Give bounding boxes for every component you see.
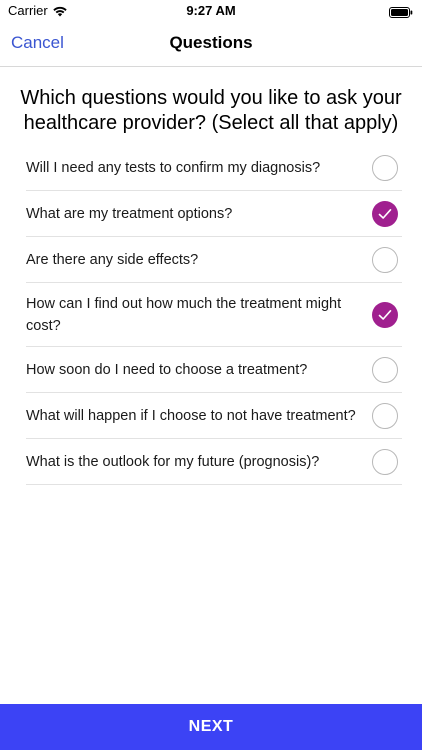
- option-row[interactable]: What is the outlook for my future (progn…: [26, 439, 402, 485]
- option-label: How soon do I need to choose a treatment…: [26, 361, 308, 378]
- option-row[interactable]: How can I find out how much the treatmen…: [26, 283, 402, 347]
- option-label: Are there any side effects?: [26, 251, 199, 268]
- checkbox[interactable]: [372, 301, 398, 328]
- checkmark-icon: [378, 208, 392, 219]
- navigation-bar: Cancel Questions: [0, 22, 422, 67]
- checkbox[interactable]: [372, 356, 398, 383]
- option-row[interactable]: How soon do I need to choose a treatment…: [26, 347, 402, 393]
- option-label: What are my treatment options?: [26, 205, 233, 222]
- checkbox[interactable]: [372, 448, 398, 475]
- checkbox[interactable]: [372, 154, 398, 181]
- status-time: 9:27 AM: [186, 3, 236, 18]
- checkbox[interactable]: [372, 200, 398, 227]
- question-heading: Which questions would you like to ask yo…: [20, 87, 402, 134]
- checkbox[interactable]: [372, 246, 398, 273]
- checkmark-icon: [378, 309, 392, 320]
- page-title: Questions: [169, 33, 253, 52]
- option-row[interactable]: What will happen if I choose to not have…: [26, 393, 402, 439]
- option-row[interactable]: Are there any side effects?: [26, 237, 402, 283]
- checkbox[interactable]: [372, 402, 398, 429]
- option-row[interactable]: Will I need any tests to confirm my diag…: [26, 145, 402, 191]
- option-row[interactable]: What are my treatment options?: [26, 191, 402, 237]
- options-list: Will I need any tests to confirm my diag…: [26, 145, 402, 485]
- option-label: How can I find out how much the treatmen…: [26, 295, 342, 334]
- option-label: What is the outlook for my future (progn…: [26, 453, 320, 470]
- next-button[interactable]: NEXT: [0, 704, 422, 750]
- battery-icon: [389, 5, 413, 18]
- option-label: What will happen if I choose to not have…: [26, 407, 356, 424]
- option-label: Will I need any tests to confirm my diag…: [26, 159, 321, 176]
- status-bar: Carrier 9:27 AM: [0, 0, 422, 22]
